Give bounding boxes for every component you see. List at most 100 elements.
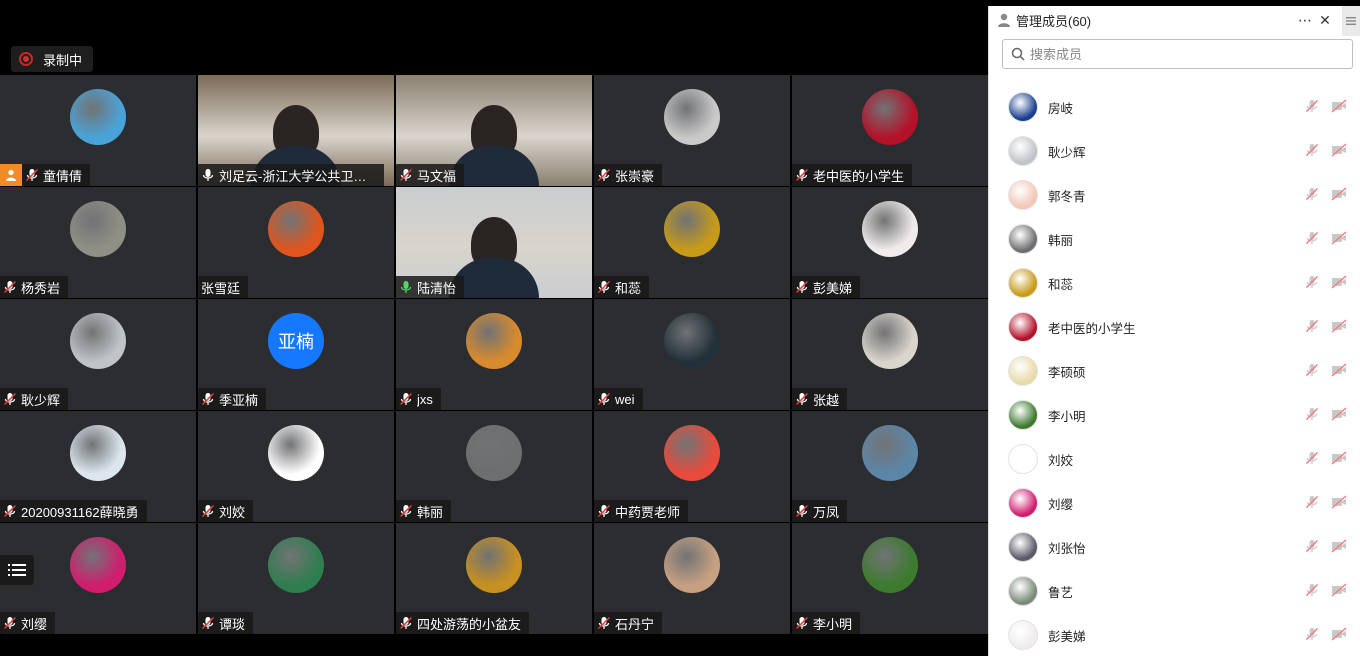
more-icon[interactable]: ⋯ [1296,11,1314,29]
camera-off-icon[interactable] [1331,583,1347,597]
participant-name: 张越 [813,392,840,408]
member-list: 房岐 耿少辉 郭冬青 韩丽 和蕊 老中医的小学生 李硕硕 李小明 刘姣 刘缨 刘张怡 鲁艺 彭美娣 [989,85,1360,656]
mic-muted-icon[interactable] [1305,143,1319,157]
participant-label: 老中医的小学生 [792,164,913,186]
participant-label: 耿少辉 [0,388,69,410]
camera-off-icon[interactable] [1331,275,1347,289]
mic-muted-icon[interactable] [1305,231,1319,245]
camera-off-icon[interactable] [1331,495,1347,509]
mic-muted-icon[interactable] [1305,187,1319,201]
member-row[interactable]: 彭美娣 [989,613,1360,656]
member-panel-header: 管理成员(60) ⋯ ✕ [989,6,1360,34]
participant-tile[interactable]: wei [594,299,790,410]
participant-name: 张崇豪 [615,168,655,184]
camera-off-icon[interactable] [1331,539,1347,553]
participant-tile[interactable]: 张越 [792,299,988,410]
avatar [862,201,918,257]
close-icon[interactable]: ✕ [1316,11,1334,29]
member-row[interactable]: 郭冬青 [989,173,1360,217]
mic-muted-icon[interactable] [1305,495,1319,509]
participant-name: jxs [417,391,433,407]
avatar [70,201,126,257]
camera-off-icon[interactable] [1331,363,1347,377]
recording-indicator[interactable]: 录制中 [11,46,94,72]
participant-name: 季亚楠 [219,392,259,408]
avatar [466,425,522,481]
participant-tile[interactable]: 陆清怡 [396,187,592,298]
mic-muted-icon [201,504,215,518]
member-row[interactable]: 和蕊 [989,261,1360,305]
mic-muted-icon[interactable] [1305,407,1319,421]
participant-tile[interactable]: 耿少辉 [0,299,196,410]
avatar [664,89,720,145]
member-search[interactable] [1002,39,1353,69]
panel-menu-button[interactable] [1342,6,1360,36]
mic-muted-icon[interactable] [1305,627,1319,641]
participant-label: 万凤 [792,500,848,522]
mic-muted-icon [201,392,215,406]
participant-name: wei [615,391,635,407]
member-search-input[interactable] [1030,46,1330,62]
participant-tile[interactable]: 和蕊 [594,187,790,298]
member-row[interactable]: 李小明 [989,393,1360,437]
avatar [1008,488,1038,518]
member-row[interactable]: 老中医的小学生 [989,305,1360,349]
participant-tile[interactable]: 四处游荡的小盆友 [396,523,592,634]
participant-tile[interactable]: 刘姣 [198,411,394,522]
participant-label: 马文福 [396,164,465,186]
camera-off-icon[interactable] [1331,187,1347,201]
participant-tile[interactable]: jxs [396,299,592,410]
camera-off-icon[interactable] [1331,627,1347,641]
member-row[interactable]: 刘缨 [989,481,1360,525]
participant-tile[interactable]: 20200931162薛晓勇 [0,411,196,522]
participant-tile[interactable]: 石丹宁 [594,523,790,634]
participant-tile[interactable]: 中药贾老师 [594,411,790,522]
mic-muted-icon[interactable] [1305,99,1319,113]
participant-tile[interactable]: 刘足云-浙江大学公共卫生... [198,75,394,186]
participant-tile[interactable]: 韩丽 [396,411,592,522]
participant-tile[interactable]: 亚楠 季亚楠 [198,299,394,410]
participant-tile[interactable]: 杨秀岩 [0,187,196,298]
mic-muted-icon [3,616,17,630]
member-row[interactable]: 房岐 [989,85,1360,129]
mic-muted-icon [25,168,39,182]
mic-muted-icon[interactable] [1305,363,1319,377]
avatar [1008,224,1038,254]
mic-muted-icon[interactable] [1305,451,1319,465]
member-row[interactable]: 耿少辉 [989,129,1360,173]
member-row[interactable]: 刘姣 [989,437,1360,481]
camera-off-icon[interactable] [1331,99,1347,113]
camera-off-icon[interactable] [1331,231,1347,245]
mic-muted-icon [3,280,17,294]
participant-tile[interactable]: 李小明 [792,523,988,634]
participant-tile[interactable]: 童倩倩 [0,75,196,186]
camera-off-icon[interactable] [1331,451,1347,465]
avatar [1008,180,1038,210]
participant-label: 中药贾老师 [594,500,689,522]
participant-label: 彭美娣 [792,276,861,298]
mic-muted-icon[interactable] [1305,539,1319,553]
mic-muted-icon[interactable] [1305,319,1319,333]
participant-tile[interactable]: 万凤 [792,411,988,522]
participant-tile[interactable]: 张崇豪 [594,75,790,186]
mic-muted-icon[interactable] [1305,275,1319,289]
camera-off-icon[interactable] [1331,319,1347,333]
camera-off-icon[interactable] [1331,407,1347,421]
participant-tile[interactable]: 马文福 [396,75,592,186]
member-row[interactable]: 韩丽 [989,217,1360,261]
participant-name: 李小明 [813,616,853,632]
participant-tile[interactable]: 彭美娣 [792,187,988,298]
participant-tile[interactable]: 张雪廷 [198,187,394,298]
member-row[interactable]: 李硕硕 [989,349,1360,393]
mic-muted-icon [399,168,413,182]
mic-muted-icon[interactable] [1305,583,1319,597]
member-row[interactable]: 刘张怡 [989,525,1360,569]
camera-off-icon[interactable] [1331,143,1347,157]
participant-name: 中药贾老师 [615,504,681,520]
member-row[interactable]: 鲁艺 [989,569,1360,613]
participant-list-toggle-button[interactable] [0,555,34,585]
participant-tile[interactable]: 老中医的小学生 [792,75,988,186]
participant-tile[interactable]: 谭琰 [198,523,394,634]
host-icon [6,169,16,181]
avatar [1008,92,1038,122]
